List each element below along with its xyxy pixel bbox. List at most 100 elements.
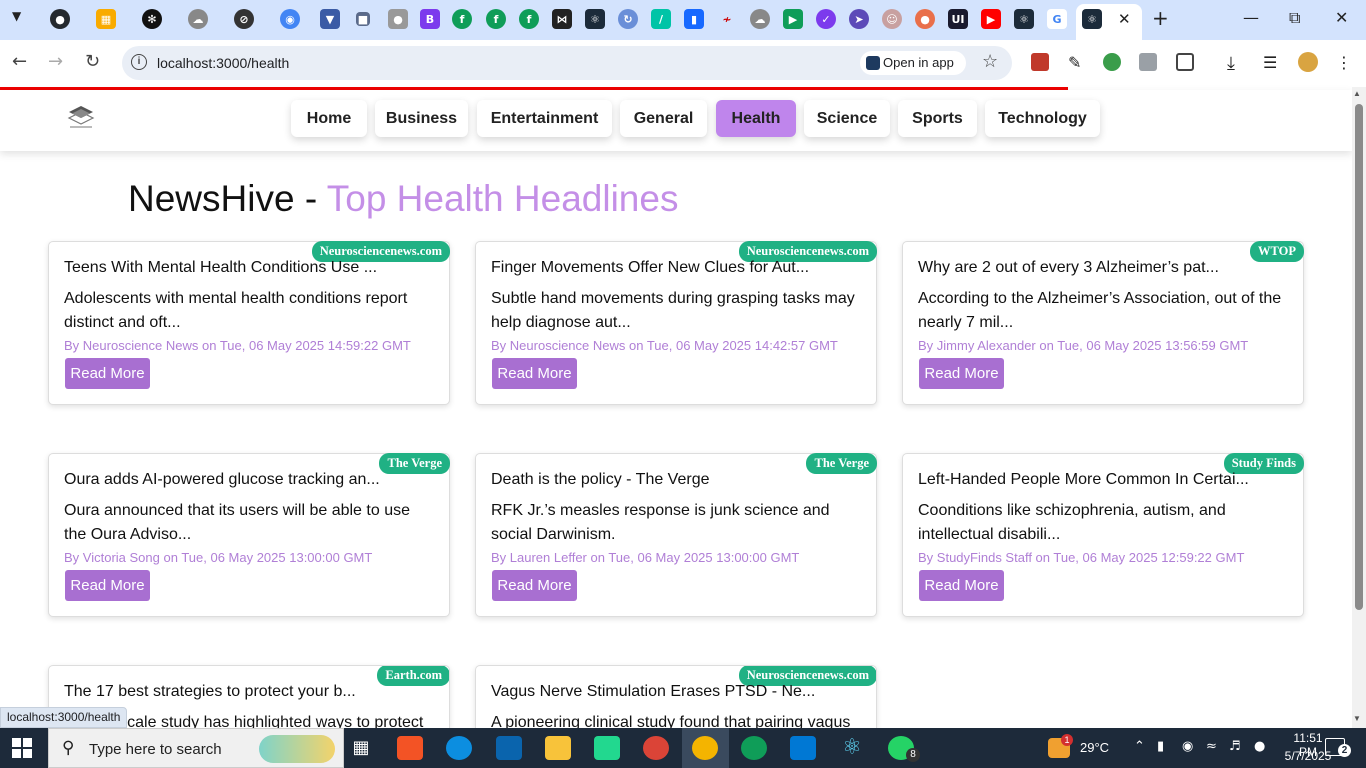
read-more-button[interactable]: Read More: [919, 358, 1004, 389]
extension-camera-icon[interactable]: [1139, 53, 1157, 71]
address-bar[interactable]: i localhost:3000/health Open in app ☆: [122, 46, 1012, 80]
nav-entertainment[interactable]: Entertainment: [477, 100, 612, 137]
scroll-down-arrow[interactable]: ▼: [1353, 714, 1361, 723]
capcut-tab-icon[interactable]: ⋈: [552, 9, 572, 29]
loader-tab-icon[interactable]: ↻: [618, 9, 638, 29]
cloud-tab-icon[interactable]: ☁: [188, 9, 208, 29]
react-tab-icon-1[interactable]: ⚛: [585, 9, 605, 29]
scroll-up-arrow[interactable]: ▲: [1353, 89, 1361, 98]
extension-pen-icon[interactable]: ✎: [1068, 53, 1086, 72]
tab-close-icon[interactable]: ✕: [1118, 10, 1131, 28]
nav-home[interactable]: Home: [291, 100, 367, 137]
youtube-tab-icon[interactable]: ▶: [981, 9, 1001, 29]
react-app-icon[interactable]: ⚛: [839, 736, 865, 760]
react-tab-icon-active: ⚛: [1082, 9, 1102, 29]
minimize-icon[interactable]: —: [1243, 8, 1259, 27]
vscode-icon[interactable]: [790, 736, 816, 760]
fb-tab-icon-1[interactable]: f: [452, 9, 472, 29]
read-more-button[interactable]: Read More: [492, 358, 577, 389]
read-more-button[interactable]: Read More: [492, 570, 577, 601]
fb-tab-icon-3[interactable]: f: [519, 9, 539, 29]
reload-icon[interactable]: ↻: [85, 51, 100, 72]
battery-icon[interactable]: ▮: [1157, 739, 1164, 754]
nav-science[interactable]: Science: [804, 100, 890, 137]
windows-start-icon[interactable]: [12, 738, 32, 758]
task-view-icon[interactable]: ▦: [348, 736, 374, 760]
media-control-icon[interactable]: ☰: [1263, 53, 1281, 72]
edge-icon[interactable]: [446, 736, 472, 760]
nav-business[interactable]: Business: [375, 100, 468, 137]
card-description: A pioneering clinical study found that p…: [491, 714, 851, 728]
nav-technology[interactable]: Technology: [985, 100, 1100, 137]
bookmark-star-icon[interactable]: ☆: [982, 51, 998, 72]
profile-avatar[interactable]: [1298, 52, 1318, 72]
ui-tab-icon[interactable]: UI: [948, 9, 968, 29]
chrome-icon[interactable]: [643, 736, 669, 760]
card-meta: By Lauren Leffer on Tue, 06 May 2025 13:…: [491, 550, 800, 565]
extensions-puzzle-icon[interactable]: [1176, 53, 1194, 71]
store-icon[interactable]: [397, 736, 423, 760]
github-tab-icon[interactable]: ●: [50, 9, 70, 29]
chart-tab-icon[interactable]: ≁: [717, 9, 737, 29]
nav-health-label: Health: [731, 110, 781, 127]
read-more-button[interactable]: Read More: [65, 358, 150, 389]
close-window-icon[interactable]: ✕: [1335, 8, 1348, 27]
source-badge: Earth.com: [377, 666, 449, 686]
taskbar-search-placeholder: Type here to search: [89, 741, 222, 758]
figma-tab-icon[interactable]: ●: [915, 9, 935, 29]
news-card: Neurosciencenews.com Teens With Mental H…: [48, 241, 450, 405]
show-hidden-icons-icon[interactable]: ⌃: [1134, 739, 1145, 754]
small-tab-icon[interactable]: ■: [356, 12, 370, 26]
new-tab-icon[interactable]: +: [1152, 6, 1169, 30]
wifi-icon[interactable]: ≈: [1206, 739, 1217, 754]
maximize-icon[interactable]: ⧉: [1289, 8, 1300, 28]
windows-taskbar: ⚲ Type here to search ▦ ⚛ 8 1 29°C ⌃ ▮ ◉…: [0, 728, 1366, 768]
volume-icon[interactable]: ♬: [1229, 739, 1241, 754]
extension-gem-icon[interactable]: [1103, 53, 1121, 71]
news-card: Neurosciencenews.com Finger Movements Of…: [475, 241, 877, 405]
url-text[interactable]: localhost:3000/health: [157, 55, 289, 71]
language-icon[interactable]: ●: [1254, 739, 1265, 754]
fb-tab-icon-2[interactable]: f: [486, 9, 506, 29]
site-info-icon[interactable]: i: [131, 54, 147, 70]
circle-tab-icon[interactable]: ◉: [280, 9, 300, 29]
camera-tray-icon[interactable]: ◉: [1182, 739, 1193, 754]
react-tab-icon-2[interactable]: ⚛: [1014, 9, 1034, 29]
teal-tab-icon[interactable]: /: [651, 9, 671, 29]
google-tab-icon[interactable]: G: [1047, 9, 1067, 29]
outlook-icon[interactable]: [496, 736, 522, 760]
read-more-button[interactable]: Read More: [919, 570, 1004, 601]
play-tab-icon[interactable]: ▶: [783, 9, 803, 29]
openai-tab-icon[interactable]: ✻: [142, 9, 162, 29]
extension-red-icon[interactable]: [1031, 53, 1049, 71]
bootstrap-tab-icon[interactable]: B: [420, 9, 440, 29]
nav-sports[interactable]: Sports: [898, 100, 977, 137]
read-more-button[interactable]: Read More: [65, 570, 150, 601]
nav-home-label: Home: [306, 110, 352, 127]
cloud-tab-icon-2[interactable]: ☁: [750, 9, 770, 29]
back-icon[interactable]: ←: [12, 51, 27, 72]
nav-health[interactable]: Health: [716, 100, 796, 137]
open-in-app-button[interactable]: Open in app: [860, 51, 966, 75]
active-tab[interactable]: ⚛ ✕: [1076, 4, 1142, 40]
taskbar-search-box[interactable]: ⚲ Type here to search: [48, 728, 344, 768]
nav-general[interactable]: General: [620, 100, 707, 137]
chrome-profile-icon-2[interactable]: [741, 736, 767, 760]
chrome-profile-icon[interactable]: [692, 736, 718, 760]
card-title: Death is the policy - The Verge: [491, 471, 710, 488]
globe-tab-icon[interactable]: ➤: [849, 9, 869, 29]
pycharm-icon[interactable]: [594, 736, 620, 760]
camera-tab-icon[interactable]: ●: [388, 9, 408, 29]
check-tab-icon[interactable]: ✓: [816, 9, 836, 29]
slash-tab-icon[interactable]: ⊘: [234, 9, 254, 29]
tab-search-icon[interactable]: ▼: [12, 9, 21, 23]
avatar-tab-icon[interactable]: ☺: [882, 9, 902, 29]
browser-menu-icon[interactable]: ⋮: [1336, 53, 1354, 72]
scrollbar-thumb[interactable]: [1355, 104, 1363, 610]
download-icon[interactable]: ⤓: [1227, 53, 1245, 74]
blue-tab-icon[interactable]: ▮: [684, 9, 704, 29]
forward-icon[interactable]: →: [48, 51, 63, 72]
shield-tab-icon[interactable]: ▼: [320, 9, 340, 29]
analytics-tab-icon[interactable]: ▦: [96, 9, 116, 29]
file-explorer-icon[interactable]: [545, 736, 571, 760]
